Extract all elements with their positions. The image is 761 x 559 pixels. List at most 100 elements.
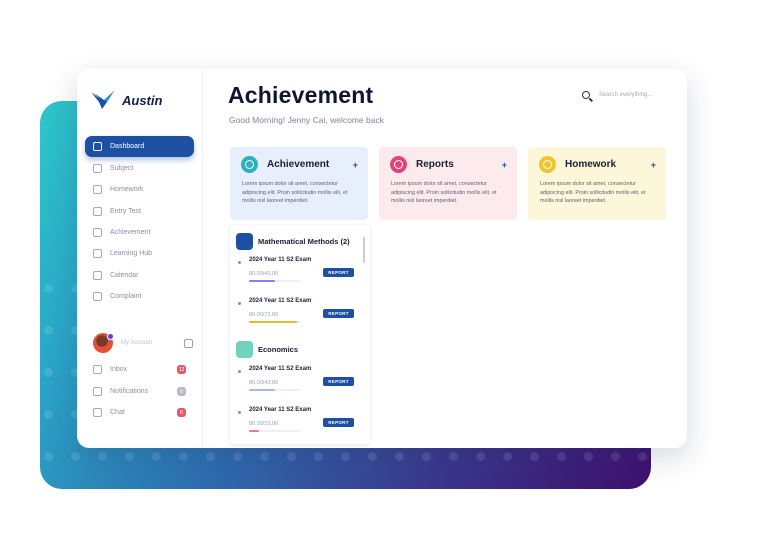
- trophy-icon: [93, 228, 102, 238]
- panel-scrollbar[interactable]: [363, 237, 365, 263]
- sidebar-item-label: Achievement: [110, 229, 151, 237]
- economics-subject-icon: [236, 341, 253, 358]
- card-description: Lorem ipsum dolor sit amet, consectetur …: [540, 181, 646, 205]
- welcome-message: Good Morning! Jenny Cai, welcome back: [229, 115, 384, 125]
- decorative-dot: [287, 494, 296, 503]
- my-account[interactable]: My Account: [93, 332, 193, 354]
- add-achievement-button[interactable]: +: [353, 160, 358, 170]
- decorative-dot: [179, 494, 188, 503]
- decorative-dot: [557, 494, 566, 503]
- sidebar-item-inbox[interactable]: Inbox 12: [85, 359, 194, 380]
- sidebar-item-dashboard[interactable]: Dashboard: [85, 136, 194, 157]
- reports-card[interactable]: Reports + Lorem ipsum dolor sit amet, co…: [379, 147, 517, 220]
- report-button[interactable]: REPORT: [323, 309, 354, 318]
- homework-card[interactable]: Homework + Lorem ipsum dolor sit amet, c…: [528, 147, 666, 220]
- achievement-icon: [241, 156, 258, 173]
- sidebar-item-homework[interactable]: Homework: [85, 179, 194, 200]
- sidebar-item-achievement[interactable]: Achievement: [85, 222, 194, 243]
- exam-title: 2024 Year 11 S2 Exam: [249, 257, 312, 263]
- decorative-dot: [260, 494, 269, 503]
- sidebar-item-label: Inbox: [110, 366, 128, 373]
- list-item: 2024 Year 11 S2 Exam 80.00/43.00 REPORT: [238, 256, 356, 290]
- sidebar-item-chat[interactable]: Chat 6: [85, 402, 194, 423]
- list-item: 2024 Year 11 S2 Exam 80.00/43.00 REPORT: [238, 365, 356, 399]
- homework-icon: [539, 156, 556, 173]
- notifications-count-badge: 6: [177, 387, 186, 396]
- online-status-dot: [107, 333, 114, 340]
- decorative-dot: [530, 494, 539, 503]
- decorative-dot: [125, 494, 134, 503]
- decorative-dot: [233, 494, 242, 503]
- logout-icon[interactable]: [184, 338, 193, 348]
- page-title: Achievement: [228, 82, 374, 108]
- sidebar-item-notifications[interactable]: Notifications 6: [85, 381, 194, 402]
- achievement-card[interactable]: Achievement + Lorem ipsum dolor sit amet…: [230, 147, 368, 220]
- exam-title: 2024 Year 11 S2 Exam: [249, 366, 312, 372]
- sidebar-item-label: Subject: [110, 165, 134, 173]
- sidebar-nav: Dashboard Subject Homework Entry Test Ac…: [85, 136, 194, 307]
- decorative-dot: [341, 494, 350, 503]
- decorative-dot: [314, 494, 323, 503]
- subject-name: Economics: [258, 345, 299, 354]
- subject-heading: Mathematical Methods (2): [236, 233, 350, 250]
- decorative-dot: [395, 494, 404, 503]
- sidebar-item-entry-test[interactable]: Entry Test: [85, 201, 194, 222]
- bell-icon: [93, 387, 102, 396]
- sidebar-item-label: Homework: [110, 186, 144, 194]
- hub-icon: [93, 249, 102, 259]
- report-button[interactable]: REPORT: [323, 268, 354, 277]
- exam-title: 2024 Year 11 S2 Exam: [249, 298, 312, 304]
- card-title: Achievement: [267, 159, 330, 170]
- reports-icon: [390, 156, 407, 173]
- sidebar-item-label: Complaint: [110, 292, 142, 300]
- help-icon: [93, 291, 102, 301]
- brand[interactable]: Austin: [90, 90, 162, 110]
- decorative-dot: [503, 494, 512, 503]
- subject-name: Mathematical Methods (2): [258, 237, 350, 246]
- decorative-dot: [152, 494, 161, 503]
- exam-score: 80.00/43.00: [249, 380, 279, 386]
- sidebar: Austin Dashboard Subject Homework Entry …: [77, 69, 203, 448]
- decorative-dot: [368, 494, 377, 503]
- sidebar-item-learning-hub[interactable]: Learning Hub: [85, 243, 194, 264]
- report-button[interactable]: REPORT: [323, 418, 354, 427]
- score-progress-bar: [249, 321, 301, 323]
- decorative-dot: [71, 494, 80, 503]
- subject-results-panel: Mathematical Methods (2) 2024 Year 11 S2…: [230, 225, 370, 444]
- inbox-icon: [93, 365, 102, 374]
- sidebar-item-label: Chat: [110, 409, 125, 416]
- decorative-dot: [422, 494, 431, 503]
- exam-title: 2024 Year 11 S2 Exam: [249, 407, 312, 413]
- card-description: Lorem ipsum dolor sit amet, consectetur …: [242, 181, 348, 205]
- sidebar-item-calendar[interactable]: Calendar: [85, 264, 194, 285]
- search-input[interactable]: Search everything...: [599, 92, 652, 98]
- inbox-count-badge: 12: [177, 365, 186, 374]
- card-title: Reports: [416, 159, 454, 170]
- sidebar-item-subject[interactable]: Subject: [85, 158, 194, 179]
- decorative-dot: [638, 494, 647, 503]
- add-report-button[interactable]: +: [502, 160, 507, 170]
- add-homework-button[interactable]: +: [651, 160, 656, 170]
- decorative-dot: [449, 494, 458, 503]
- search-bar[interactable]: Search everything...: [582, 91, 652, 99]
- decorative-dot: [476, 494, 485, 503]
- sidebar-item-label: Dashboard: [110, 143, 145, 150]
- sidebar-item-label: Notifications: [110, 388, 149, 395]
- sidebar-item-label: Learning Hub: [110, 250, 153, 258]
- search-icon[interactable]: [582, 91, 590, 99]
- report-button[interactable]: REPORT: [323, 377, 354, 386]
- score-progress-bar: [249, 389, 301, 391]
- decorative-dot: [98, 494, 107, 503]
- card-description: Lorem ipsum dolor sit amet, consectetur …: [391, 181, 497, 205]
- decorative-dot: [44, 494, 53, 503]
- subject-heading: Economics: [236, 341, 298, 358]
- book-icon: [93, 164, 102, 174]
- sidebar-item-label: Entry Test: [110, 207, 141, 215]
- my-account-label: My Account: [121, 340, 153, 346]
- chat-count-badge: 6: [177, 408, 186, 417]
- card-title: Homework: [565, 159, 617, 170]
- decorative-dot: [584, 494, 593, 503]
- grid-icon: [93, 142, 102, 151]
- sidebar-item-complaint[interactable]: Complaint: [85, 286, 194, 307]
- clipboard-icon: [93, 206, 102, 216]
